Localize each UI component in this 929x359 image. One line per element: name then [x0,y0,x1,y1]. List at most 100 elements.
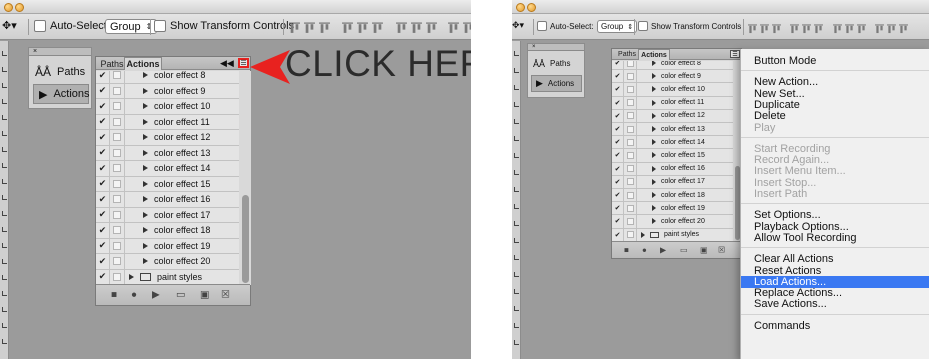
tool-button[interactable] [514,85,519,90]
distribute-right-icon[interactable] [899,21,909,34]
align-right-edges-icon[interactable] [371,21,383,33]
toggle-dialog-box[interactable] [624,202,637,215]
toggle-dialog-box[interactable] [624,61,637,70]
menu-item-playback-options[interactable]: Playback Options... [741,221,929,233]
tool-button[interactable] [2,243,7,248]
scrollbar-track[interactable] [239,71,251,285]
record-icon[interactable]: ● [642,246,647,255]
toggle-dialog-box[interactable] [110,145,125,160]
toggle-item-checkmark-icon[interactable]: ✔ [96,269,110,284]
toggle-dialog-box[interactable] [110,192,125,207]
expand-triangle-icon[interactable] [143,72,148,79]
close-window-button[interactable] [516,3,525,12]
tool-button[interactable] [2,131,7,136]
toggle-dialog-box[interactable] [110,99,125,114]
menu-item-set-options[interactable]: Set Options... [741,209,929,221]
stop-icon[interactable]: ■ [111,290,117,301]
tool-button[interactable] [2,83,7,88]
tool-button[interactable] [514,102,519,107]
toggle-item-checkmark-icon[interactable]: ✔ [612,202,624,215]
minimize-window-button[interactable] [15,3,24,12]
toggle-item-checkmark-icon[interactable]: ✔ [96,83,110,98]
toggle-item-checkmark-icon[interactable]: ✔ [612,215,624,228]
expand-triangle-icon[interactable] [143,227,148,234]
menu-item-new-set[interactable]: New Set... [741,88,929,100]
expand-triangle-icon[interactable] [652,205,656,212]
toggle-item-checkmark-icon[interactable]: ✔ [612,70,624,83]
align-horizontal-centers-icon[interactable] [802,21,811,34]
toggle-item-checkmark-icon[interactable]: ✔ [612,61,624,70]
menu-item-duplicate[interactable]: Duplicate [741,99,929,111]
align-right-edges-icon[interactable] [814,21,823,34]
toggle-dialog-box[interactable] [624,215,637,228]
expand-triangle-icon[interactable] [143,149,148,156]
tool-button[interactable] [2,115,7,120]
tool-button[interactable] [514,340,519,345]
tool-button[interactable] [514,119,519,124]
action-set-row[interactable]: ✔ paint styles [96,269,239,285]
action-row[interactable]: ✔ color effect 12 [612,109,733,123]
toggle-item-checkmark-icon[interactable]: ✔ [96,130,110,145]
action-row[interactable]: ✔ color effect 9 [96,83,239,99]
tool-button[interactable] [514,204,519,209]
align-top-edges-icon[interactable] [289,21,300,33]
show-transform-control[interactable]: Show Transform Controls [154,20,294,32]
tool-button[interactable] [514,289,519,294]
align-vertical-centers-icon[interactable] [760,21,769,34]
expand-triangle-icon[interactable] [129,273,134,280]
scrollbar-thumb[interactable] [242,195,249,283]
expand-triangle-icon[interactable] [652,73,656,80]
distribute-left-icon[interactable] [448,21,459,33]
action-row[interactable]: ✔ color effect 11 [612,96,733,110]
expand-triangle-icon[interactable] [652,86,656,93]
align-horizontal-centers-icon[interactable] [356,21,368,33]
tool-button[interactable] [514,68,519,73]
toggle-item-checkmark-icon[interactable]: ✔ [612,123,624,136]
expand-triangle-icon[interactable] [143,118,148,125]
collapse-panel-icon[interactable]: ◀◀ [220,58,234,69]
tool-button[interactable] [514,170,519,175]
tool-button[interactable] [2,163,7,168]
dock-item-paths[interactable]: ÅÅ Paths [533,55,570,72]
toggle-item-checkmark-icon[interactable]: ✔ [96,71,110,83]
toggle-dialog-box[interactable] [110,161,125,176]
action-row[interactable]: ✔ color effect 11 [96,114,239,130]
action-row[interactable]: ✔ color effect 18 [612,189,733,203]
align-vertical-centers-icon[interactable] [304,21,315,33]
toggle-dialog-box[interactable] [624,228,637,241]
minimize-window-button[interactable] [527,3,536,12]
toggle-dialog-box[interactable] [110,130,125,145]
tool-button[interactable] [2,275,7,280]
toggle-item-checkmark-icon[interactable]: ✔ [612,83,624,96]
action-row[interactable]: ✔ color effect 20 [96,254,239,270]
toggle-dialog-box[interactable] [624,109,637,122]
expand-triangle-icon[interactable] [652,192,656,199]
menu-item-new-action[interactable]: New Action... [741,76,929,88]
tool-button[interactable] [2,195,7,200]
distribute-hcenter-icon[interactable] [463,21,471,33]
tab-actions[interactable]: Actions [638,49,670,60]
toggle-item-checkmark-icon[interactable]: ✔ [96,114,110,129]
expand-triangle-icon[interactable] [143,211,148,218]
toggle-item-checkmark-icon[interactable]: ✔ [612,136,624,149]
expand-triangle-icon[interactable] [652,218,656,225]
toggle-item-checkmark-icon[interactable]: ✔ [612,149,624,162]
distribute-left-icon[interactable] [875,21,885,34]
record-icon[interactable]: ● [131,290,137,301]
expand-triangle-icon[interactable] [641,231,645,238]
action-row[interactable]: ✔ color effect 14 [612,136,733,150]
auto-select-checkbox[interactable] [537,21,547,31]
toggle-dialog-box[interactable] [624,83,637,96]
menu-item-save-actions[interactable]: Save Actions... [741,298,929,310]
toggle-item-checkmark-icon[interactable]: ✔ [612,109,624,122]
toggle-dialog-box[interactable] [110,269,125,284]
new-action-icon[interactable]: ▣ [200,290,209,301]
action-row[interactable]: ✔ color effect 16 [612,162,733,176]
menu-item-button-mode[interactable]: Button Mode [741,55,929,67]
toggle-item-checkmark-icon[interactable]: ✔ [96,99,110,114]
toggle-dialog-box[interactable] [624,123,637,136]
tool-button[interactable] [2,147,7,152]
toggle-dialog-box[interactable] [624,149,637,162]
tool-button[interactable] [2,211,7,216]
folder-icon[interactable]: ▭ [176,290,185,301]
